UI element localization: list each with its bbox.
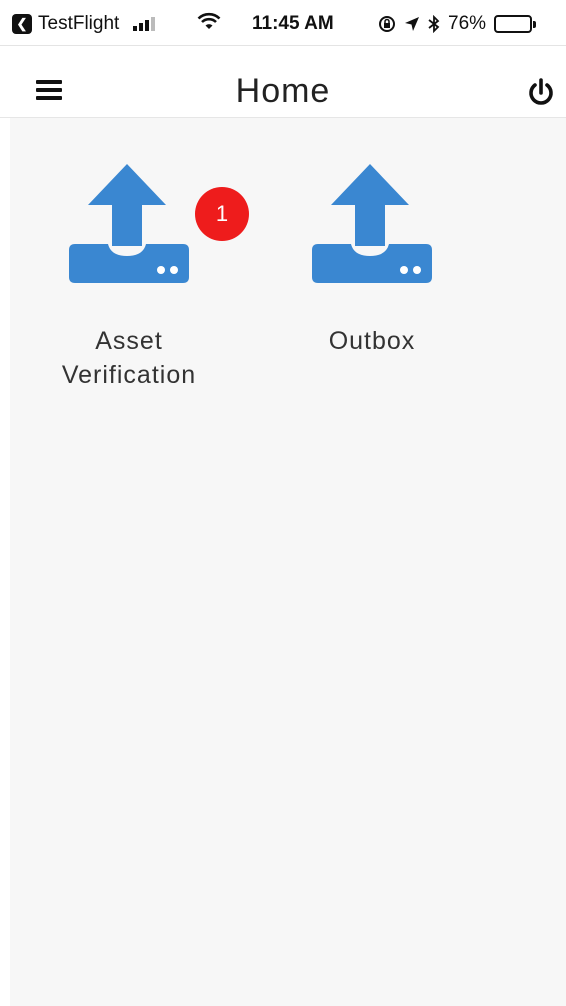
back-app-label: TestFlight [38,13,120,34]
tile-asset-verification[interactable]: 1 Asset Verification [29,160,249,392]
status-time: 11:45 AM [252,13,334,34]
back-to-app-button[interactable]: ❮ TestFlight [12,13,156,35]
bluetooth-icon [428,15,440,33]
upload-tray-icon: 1 [64,160,249,286]
battery-icon [494,15,537,33]
notification-badge: 1 [195,187,249,241]
wifi-icon [197,12,221,29]
home-grid: 1 Asset Verification Outbox [10,118,566,1006]
power-icon[interactable] [524,76,558,110]
upload-tray-icon [307,160,437,286]
tile-label: Outbox [328,327,416,355]
status-bar: ❮ TestFlight 11:45 AM 76% [0,0,566,46]
tile-label: Asset Verification [61,327,197,389]
location-arrow-icon [405,17,419,31]
tile-outbox[interactable]: Outbox [272,160,472,358]
cellular-signal-icon [133,17,156,31]
app-header: Home [0,46,566,118]
back-chevron-icon: ❮ [12,14,32,34]
page-title: Home [235,72,331,110]
orientation-lock-icon [379,16,395,32]
status-right-group: 76% [378,13,537,35]
battery-percent: 76% [448,13,487,34]
